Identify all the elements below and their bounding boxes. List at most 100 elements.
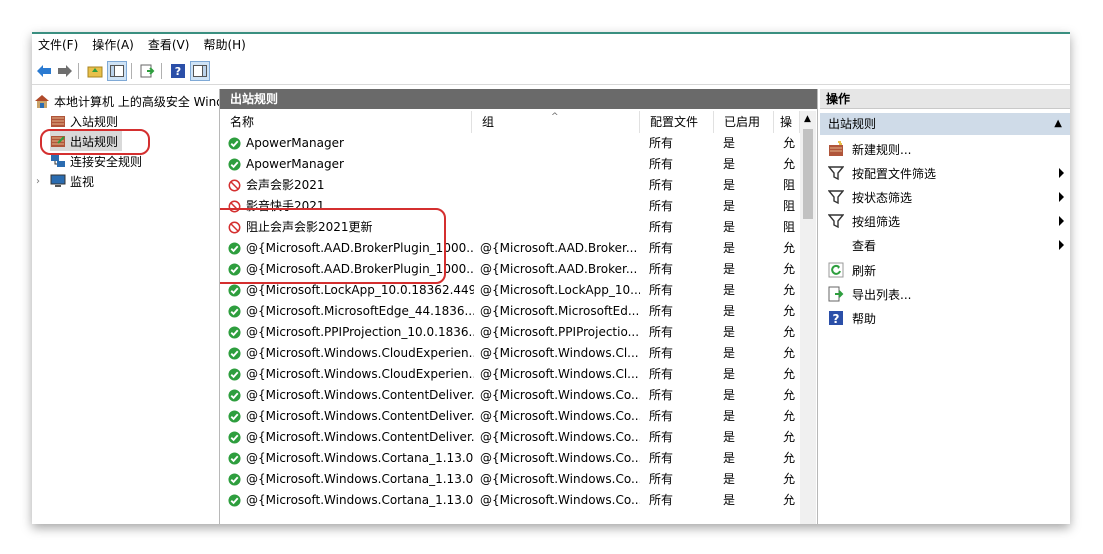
rule-profile: 所有 xyxy=(649,388,674,402)
action-label: 按组筛选 xyxy=(852,214,901,229)
rule-enabled: 是 xyxy=(723,493,736,507)
collapse-arrow-icon[interactable]: ▲ xyxy=(1054,113,1062,135)
column-header-action[interactable]: 操 xyxy=(774,111,800,133)
table-row[interactable]: @{Microsoft.Windows.Cortana_1.13.0.... @{… xyxy=(220,448,800,469)
firewall-house-icon xyxy=(35,95,49,108)
menu-file[interactable]: 文件(F) xyxy=(32,34,86,56)
help-icon: ? xyxy=(829,311,843,326)
submenu-arrow-icon xyxy=(1059,192,1064,202)
allow-check-icon xyxy=(228,158,241,171)
rule-group: @{Microsoft.Windows.Co... xyxy=(480,472,640,486)
action-pane-icon[interactable] xyxy=(190,61,210,81)
table-row[interactable]: @{Microsoft.Windows.Cortana_1.13.0.... @{… xyxy=(220,469,800,490)
table-row[interactable]: 会声会影2021 所有是阻 xyxy=(220,175,800,196)
block-icon xyxy=(228,179,241,192)
allow-check-icon xyxy=(228,347,241,360)
table-row[interactable]: @{Microsoft.Windows.ContentDeliver... @{M… xyxy=(220,406,800,427)
table-row[interactable]: @{Microsoft.PPIProjection_10.0.1836... @{… xyxy=(220,322,800,343)
rule-name: @{Microsoft.Windows.Cortana_1.13.0.... xyxy=(246,451,474,465)
tree-item-monitor[interactable]: › 监视 xyxy=(36,171,94,191)
action-new-rule[interactable]: 新建规则... xyxy=(820,137,1070,161)
column-header-profile[interactable]: 配置文件 xyxy=(640,111,714,133)
toolbar-separator xyxy=(78,63,79,79)
expand-chevron-icon[interactable]: › xyxy=(36,176,46,187)
action-view[interactable]: 查看 xyxy=(820,233,1070,257)
rule-enabled: 是 xyxy=(723,304,736,318)
rule-group xyxy=(480,133,640,154)
action-help[interactable]: ? 帮助 xyxy=(820,306,1070,330)
menu-action[interactable]: 操作(A) xyxy=(86,34,142,56)
action-label: 导出列表... xyxy=(852,287,912,302)
menu-bar: 文件(F) 操作(A) 查看(V) 帮助(H) xyxy=(32,34,1070,56)
scroll-up-icon[interactable]: ▲ xyxy=(804,114,811,124)
up-folder-icon[interactable] xyxy=(86,62,104,80)
help-icon[interactable]: ? xyxy=(169,62,187,80)
toolbar: ? xyxy=(32,58,1070,85)
firewall-window: 文件(F) 操作(A) 查看(V) 帮助(H) ? 本地计算机 上的高级安全 W… xyxy=(32,32,1070,524)
table-row[interactable]: @{Microsoft.Windows.ContentDeliver... @{M… xyxy=(220,385,800,406)
rule-enabled: 是 xyxy=(723,472,736,486)
action-filter-by-group[interactable]: 按组筛选 xyxy=(820,209,1070,233)
rule-name: @{Microsoft.PPIProjection_10.0.1836... xyxy=(246,325,474,339)
menu-help[interactable]: 帮助(H) xyxy=(197,34,253,56)
menu-view[interactable]: 查看(V) xyxy=(142,34,198,56)
table-row[interactable]: ApowerManager 所有是允 xyxy=(220,154,800,175)
allow-check-icon xyxy=(228,410,241,423)
tree-item-label: 监视 xyxy=(70,174,95,189)
table-row[interactable]: @{Microsoft.Windows.ContentDeliver... @{M… xyxy=(220,427,800,448)
rules-list-pane: 出站规则 名称 组 ^ 配置文件 已启用 操 ApowerManager 所有是允… xyxy=(220,89,818,524)
action-refresh[interactable]: 刷新 xyxy=(820,258,1070,282)
show-hide-tree-icon[interactable] xyxy=(107,61,127,81)
filter-icon xyxy=(828,190,844,205)
table-row[interactable]: @{Microsoft.Windows.CloudExperien... @{Mi… xyxy=(220,343,800,364)
action-filter-by-profile[interactable]: 按配置文件筛选 xyxy=(820,161,1070,185)
actions-section-header[interactable]: 出站规则 ▲ xyxy=(820,113,1070,135)
rule-name-cell: @{Microsoft.Windows.ContentDeliver... xyxy=(228,385,474,406)
allow-check-icon xyxy=(228,368,241,381)
rule-enabled: 是 xyxy=(723,283,736,297)
allow-check-icon xyxy=(228,389,241,402)
table-row[interactable]: @{Microsoft.Windows.CloudExperien... @{Mi… xyxy=(220,364,800,385)
rule-group: @{Microsoft.LockApp_10.... xyxy=(480,283,640,297)
column-header-name[interactable]: 名称 xyxy=(220,111,472,133)
rule-name-cell: @{Microsoft.Windows.ContentDeliver... xyxy=(228,406,474,427)
rule-group: @{Microsoft.Windows.Cl... xyxy=(480,367,639,381)
action-label: 帮助 xyxy=(852,311,877,326)
rule-group: @{Microsoft.Windows.Co... xyxy=(480,451,640,465)
filter-icon xyxy=(828,214,844,229)
table-row[interactable]: @{Microsoft.Windows.Cortana_1.13.0.... @{… xyxy=(220,490,800,511)
rule-profile: 所有 xyxy=(649,451,674,465)
rule-group: @{Microsoft.Windows.Co... xyxy=(480,388,640,402)
tree-item-inbound[interactable]: 入站规则 xyxy=(50,111,118,131)
toolbar-separator xyxy=(131,63,132,79)
table-row[interactable]: @{Microsoft.MicrosoftEdge_44.1836... @{Mi… xyxy=(220,301,800,322)
export-icon[interactable] xyxy=(139,62,157,80)
tree-root[interactable]: 本地计算机 上的高级安全 Windows Defender 防火墙 xyxy=(34,91,219,111)
rule-profile: 所有 xyxy=(649,493,674,507)
actions-title: 操作 xyxy=(820,89,1070,109)
rule-profile: 所有 xyxy=(649,472,674,486)
rule-enabled: 是 xyxy=(723,451,736,465)
pane-title: 出站规则 xyxy=(220,89,817,109)
table-row[interactable]: ApowerManager 所有是允 xyxy=(220,133,800,154)
scrollbar-thumb[interactable] xyxy=(803,129,813,219)
rule-enabled: 是 xyxy=(723,388,736,402)
rule-group: @{Microsoft.Windows.Co... xyxy=(480,430,640,444)
vertical-scrollbar[interactable]: ▲ xyxy=(800,111,816,524)
rule-enabled: 是 xyxy=(723,367,736,381)
allow-check-icon xyxy=(228,326,241,339)
forward-icon[interactable] xyxy=(56,62,74,80)
action-label: 刷新 xyxy=(852,263,877,278)
monitor-icon xyxy=(50,174,66,187)
back-icon[interactable] xyxy=(35,62,53,80)
submenu-arrow-icon xyxy=(1059,216,1064,226)
rule-name: @{Microsoft.Windows.Cortana_1.13.0.... xyxy=(246,493,474,507)
rule-name-cell: @{Microsoft.Windows.Cortana_1.13.0.... xyxy=(228,469,474,490)
new-rule-icon xyxy=(829,141,843,156)
blank-icon xyxy=(828,237,844,253)
submenu-arrow-icon xyxy=(1059,168,1064,178)
column-header-enabled[interactable]: 已启用 xyxy=(714,111,774,133)
action-filter-by-state[interactable]: 按状态筛选 xyxy=(820,185,1070,209)
action-export-list[interactable]: 导出列表... xyxy=(820,282,1070,306)
allow-check-icon xyxy=(228,284,241,297)
